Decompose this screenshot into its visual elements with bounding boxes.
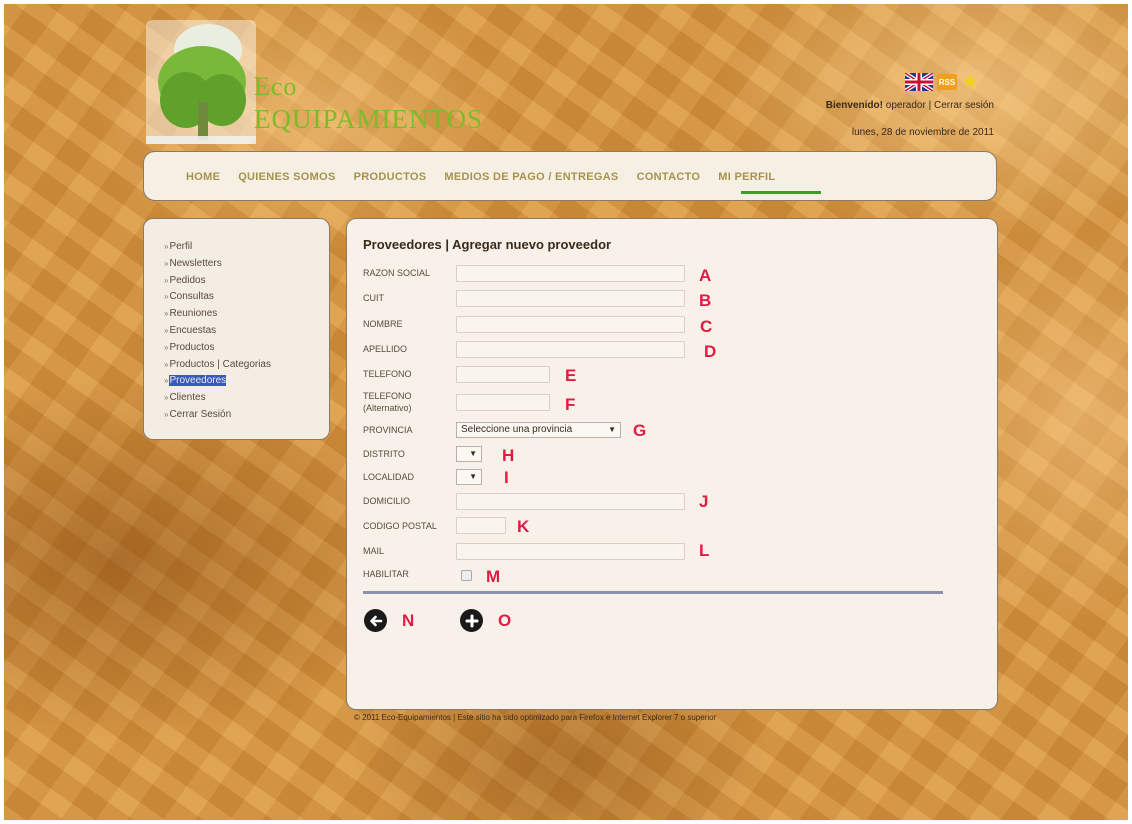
marker-o: O [498, 611, 512, 630]
telefono-alt-label-line2: (Alternativo) [363, 403, 412, 413]
nav-active-indicator [741, 191, 821, 194]
marker-a: A [699, 266, 712, 285]
rss-icon[interactable]: RSS [937, 74, 957, 90]
sidebar-item-newsletters[interactable]: »Newsletters [164, 256, 271, 273]
tree-logo-icon [146, 20, 256, 144]
marker-e: E [565, 366, 577, 385]
welcome-prefix: Bienvenido! [825, 100, 883, 111]
sidebar-item-pedidos[interactable]: »Pedidos [164, 273, 271, 290]
nav-medios-de-pago[interactable]: MEDIOS DE PAGO / ENTREGAS [444, 171, 618, 183]
welcome-text: Bienvenido! operador | Cerrar sesión [826, 100, 994, 111]
cuit-input[interactable] [456, 290, 685, 307]
sidebar-item-productos[interactable]: »Productos [164, 340, 271, 357]
marker-b: B [699, 291, 712, 310]
mail-input[interactable] [456, 543, 685, 560]
localidad-select[interactable]: ▼ [456, 469, 482, 485]
chevron-down-icon: ▼ [469, 449, 477, 458]
habilitar-checkbox[interactable] [461, 570, 472, 581]
apellido-input[interactable] [456, 341, 685, 358]
chevron-down-icon: ▼ [608, 425, 616, 434]
form-divider [363, 591, 943, 594]
provincia-select[interactable]: Seleccione una provincia ▼ [456, 422, 621, 438]
provincia-label: PROVINCIA [363, 425, 413, 435]
welcome-separator: | [928, 100, 932, 111]
marker-h: H [502, 446, 515, 465]
back-button[interactable] [364, 609, 387, 632]
logo-text-eco: Eco [254, 72, 298, 101]
sidebar-item-proveedores[interactable]: »Proveedores [164, 373, 271, 390]
plus-icon [465, 614, 478, 627]
marker-i: I [504, 468, 509, 487]
localidad-label: LOCALIDAD [363, 472, 415, 482]
provincia-selected-value: Seleccione una provincia [461, 424, 573, 435]
sidebar-item-encuestas[interactable]: »Encuestas [164, 323, 271, 340]
marker-n: N [402, 611, 415, 630]
chevron-down-icon: ▼ [469, 472, 477, 481]
nombre-input[interactable] [456, 316, 685, 333]
codigo-postal-input[interactable] [456, 517, 506, 534]
marker-m: M [486, 567, 501, 586]
main-nav: HOME QUIENES SOMOS PRODUCTOS MEDIOS DE P… [143, 151, 997, 201]
telefono-label: TELEFONO [363, 369, 412, 379]
telefono-alt-input[interactable] [456, 394, 550, 411]
nombre-label: NOMBRE [363, 319, 403, 329]
nav-home[interactable]: HOME [186, 171, 220, 183]
header-icons: RSS ★ [905, 72, 979, 92]
nav-contacto[interactable]: CONTACTO [637, 171, 701, 183]
nav-mi-perfil[interactable]: MI PERFIL [718, 171, 775, 183]
logo-text-equipamientos: EQUIPAMIENTOS [254, 104, 484, 134]
arrow-left-icon [369, 615, 382, 626]
sidebar-item-cerrar-sesion[interactable]: »Cerrar Sesión [164, 407, 271, 424]
distrito-select[interactable]: ▼ [456, 446, 482, 462]
marker-j: J [699, 492, 709, 511]
favorite-star-icon[interactable]: ★ [961, 72, 979, 92]
nav-productos[interactable]: PRODUCTOS [354, 171, 427, 183]
telefono-input[interactable] [456, 366, 550, 383]
codigo-postal-label: CODIGO POSTAL [363, 521, 437, 531]
username: operador [885, 100, 926, 111]
marker-f: F [565, 395, 576, 414]
english-flag-icon[interactable] [905, 73, 933, 91]
habilitar-label: HABILITAR [363, 569, 409, 579]
marker-k: K [517, 517, 530, 536]
domicilio-label: DOMICILIO [363, 496, 411, 506]
sidebar-item-consultas[interactable]: »Consultas [164, 289, 271, 306]
footer-text: © 2011 Eco-Equipamientos | Este sitio ha… [354, 713, 717, 722]
current-date: lunes, 28 de noviembre de 2011 [851, 127, 994, 138]
add-provider-button[interactable] [460, 609, 483, 632]
razon-social-input[interactable] [456, 265, 685, 282]
apellido-label: APELLIDO [363, 344, 408, 354]
sidebar-item-productos-categorias[interactable]: »Productos | Categorias [164, 357, 271, 374]
razon-social-label: RAZON SOCIAL [363, 268, 431, 278]
sidebar-item-reuniones[interactable]: »Reuniones [164, 306, 271, 323]
sidebar-item-perfil[interactable]: »Perfil [164, 239, 271, 256]
telefono-alt-label-line1: TELEFONO [363, 391, 412, 401]
domicilio-input[interactable] [456, 493, 685, 510]
logout-link[interactable]: Cerrar sesión [934, 100, 994, 111]
distrito-label: DISTRITO [363, 449, 405, 459]
mail-label: MAIL [363, 546, 385, 556]
page-title: Proveedores | Agregar nuevo proveedor [363, 237, 612, 252]
cuit-label: CUIT [363, 293, 384, 303]
marker-l: L [699, 541, 710, 560]
nav-quienes-somos[interactable]: QUIENES SOMOS [238, 171, 335, 183]
site-logo[interactable]: Eco EQUIPAMIENTOS [142, 14, 482, 144]
marker-c: C [700, 317, 713, 336]
sidebar-item-clientes[interactable]: »Clientes [164, 390, 271, 407]
marker-d: D [704, 342, 717, 361]
profile-sidebar: »Perfil »Newsletters »Pedidos »Consultas… [143, 218, 330, 440]
marker-g: G [633, 421, 647, 440]
